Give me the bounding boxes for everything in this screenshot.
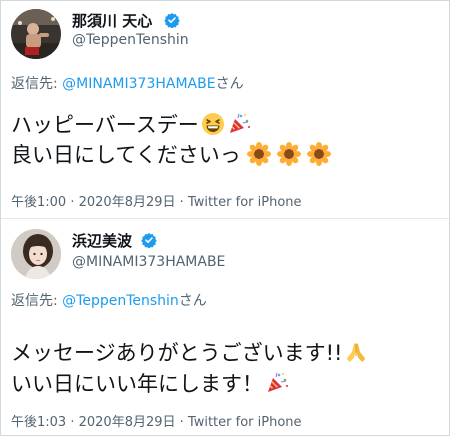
sunflower-icon: [306, 142, 331, 166]
tweet-time[interactable]: 午後1:00: [11, 195, 66, 210]
sunflower-icon: [246, 142, 271, 166]
tweet-text-line-2: いい日にいい年にします！: [11, 371, 289, 397]
tweet-time[interactable]: 午後1:03: [11, 415, 66, 430]
tweet-meta: 午後1:00 · 2020年8月29日 · Twitter for iPhone: [11, 191, 302, 210]
reply-suffix: さん: [215, 76, 244, 92]
grinning-squinting-face-icon: [201, 112, 225, 136]
tweet-text: 良い日にしてくださいっ: [11, 143, 241, 167]
party-popper-icon: [227, 112, 251, 136]
tweet-text: いい日にいい年にします！: [11, 372, 263, 396]
meta-separator: ·: [66, 195, 79, 210]
reply-to-link[interactable]: @TeppenTenshin: [62, 293, 179, 309]
display-name[interactable]: 那須川 天心: [72, 10, 152, 31]
reply-suffix: さん: [178, 293, 207, 309]
handle[interactable]: @MINAMI373HAMABE: [72, 254, 225, 270]
reply-to-link[interactable]: @MINAMI373HAMABE: [62, 76, 215, 92]
tweet-date[interactable]: 2020年8月29日: [79, 195, 176, 210]
tweet-nasukawa[interactable]: 那須川 天心 @TeppenTenshin 返信先: @MINAMI373HAM…: [1, 1, 449, 218]
folded-hands-icon: [344, 340, 368, 364]
party-popper-icon: [265, 371, 289, 395]
avatar[interactable]: [11, 229, 61, 279]
display-name[interactable]: 浜辺美波: [72, 230, 132, 251]
verified-badge-icon: [141, 232, 157, 249]
tweet-text-line-1: メッセージありがとうございます!!: [11, 340, 368, 366]
tweet-source[interactable]: Twitter for iPhone: [188, 415, 302, 430]
sunflower-icon: [276, 142, 301, 166]
handle[interactable]: @TeppenTenshin: [72, 32, 189, 48]
tweet-meta: 午後1:03 · 2020年8月29日 · Twitter for iPhone: [11, 411, 302, 430]
avatar[interactable]: [11, 9, 61, 59]
tweet-hamabe[interactable]: 浜辺美波 @MINAMI373HAMABE 返信先: @TeppenTenshi…: [1, 219, 449, 435]
verified-badge-icon: [164, 12, 180, 29]
tweet-text-line-1: ハッピーバースデー: [11, 112, 251, 138]
tweet-text-line-2: 良い日にしてくださいっ: [11, 142, 331, 168]
meta-separator: ·: [175, 415, 188, 430]
reply-context: 返信先: @MINAMI373HAMABEさん: [11, 73, 244, 93]
tweet-text: ハッピーバースデー: [11, 113, 199, 137]
tweet-date[interactable]: 2020年8月29日: [79, 415, 176, 430]
screenshot-frame: 那須川 天心 @TeppenTenshin 返信先: @MINAMI373HAM…: [0, 0, 450, 436]
tweet-text: メッセージありがとうございます!!: [11, 341, 343, 365]
reply-prefix: 返信先:: [11, 76, 63, 92]
reply-context: 返信先: @TeppenTenshinさん: [11, 290, 207, 310]
reply-prefix: 返信先:: [11, 293, 63, 309]
meta-separator: ·: [175, 195, 188, 210]
meta-separator: ·: [66, 415, 79, 430]
tweet-source[interactable]: Twitter for iPhone: [188, 195, 302, 210]
